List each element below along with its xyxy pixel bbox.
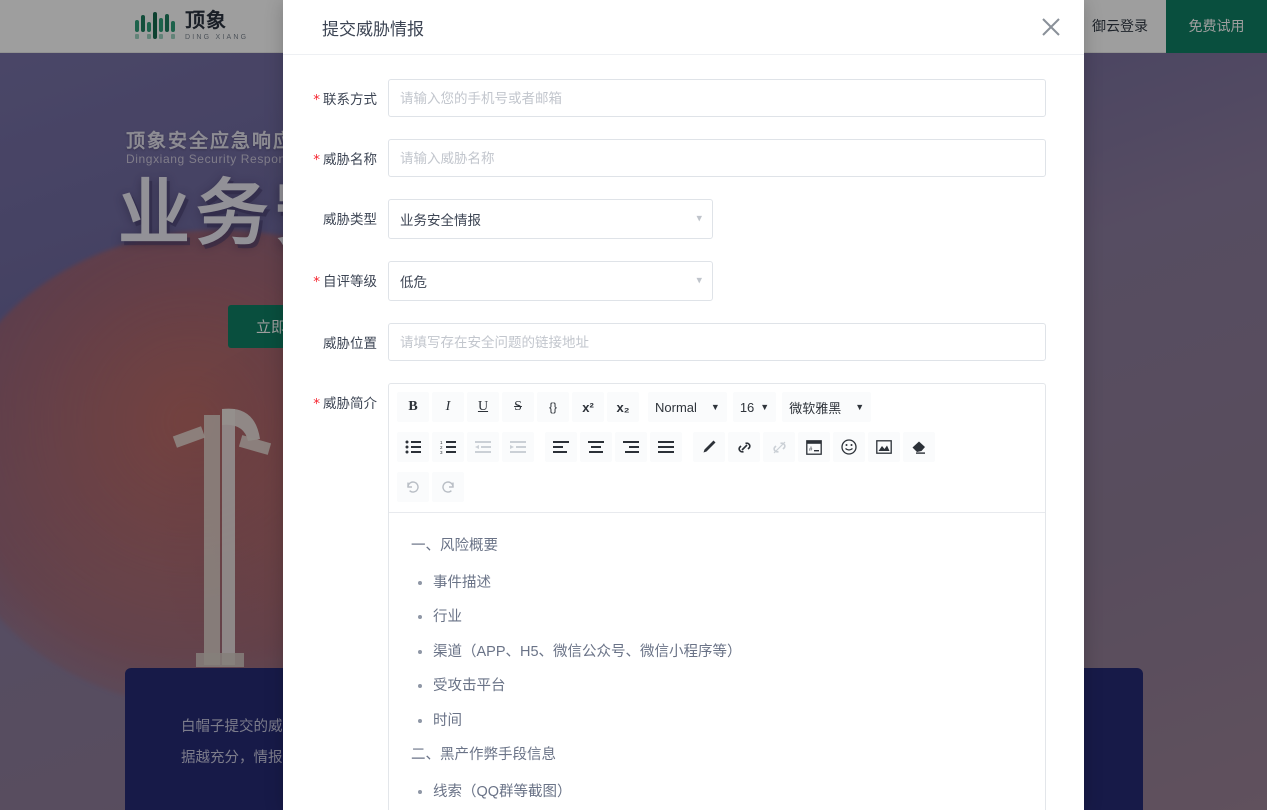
editor-section-1-list: 事件描述 行业 渠道（APP、H5、微信公众号、微信小程序等） 受攻击平台 时间 (411, 575, 1023, 729)
threat-desc-label: * 威胁简介 (313, 396, 377, 412)
threat-name-input[interactable] (388, 139, 1046, 177)
svg-text:3: 3 (440, 450, 443, 454)
threat-location-input[interactable] (388, 323, 1046, 361)
form-row-threat-location: 威胁位置 (283, 323, 1084, 361)
editor-toolbar-row-2: 1 2 3 # (397, 430, 1037, 464)
list-item: 行业 (433, 610, 1023, 625)
undo-icon[interactable] (397, 472, 429, 502)
rich-text-editor: B I U S {} x² x₂ Normal ▼ 16 ▼ 微软雅黑 ▼ 1 … (388, 383, 1046, 810)
form-row-contact: * 联系方式 (283, 79, 1084, 117)
indent-icon[interactable] (502, 432, 534, 462)
superscript-icon[interactable]: x² (572, 392, 604, 422)
close-icon[interactable] (1037, 13, 1065, 41)
contact-label: * 联系方式 (313, 92, 377, 108)
align-left-icon[interactable] (545, 432, 577, 462)
chevron-down-icon: ▼ (760, 402, 770, 412)
bold-icon[interactable]: B (397, 392, 429, 422)
font-size-select-value: 16 (739, 399, 755, 415)
required-asterisk: * (313, 396, 320, 412)
redo-icon[interactable] (432, 472, 464, 502)
editor-content[interactable]: 一、风险概要 事件描述 行业 渠道（APP、H5、微信公众号、微信小程序等） 受… (389, 513, 1045, 810)
eraser-icon[interactable] (903, 432, 935, 462)
required-asterisk: * (313, 152, 320, 168)
threat-type-select[interactable]: 业务安全情报 ▾ (388, 199, 713, 239)
editor-toolbar-row-3 (397, 470, 1037, 504)
list-item: 线索（QQ群等截图） (433, 784, 1023, 800)
outdent-icon[interactable] (467, 432, 499, 462)
font-family-select[interactable]: 微软雅黑 ▼ (782, 392, 872, 422)
svg-text:#: # (809, 447, 813, 453)
contact-input[interactable] (388, 79, 1046, 117)
bullet-list-icon[interactable] (397, 432, 429, 462)
link-icon[interactable] (728, 432, 760, 462)
font-size-select[interactable]: 16 ▼ (732, 392, 777, 422)
submit-threat-intel-modal: 提交威胁情报 *联系方式 *威胁名称 (283, 0, 1084, 810)
chevron-down-icon: ▼ (855, 402, 865, 412)
heading-select[interactable]: Normal ▼ (648, 392, 727, 422)
editor-toolbar-row-1: B I U S {} x² x₂ Normal ▼ 16 ▼ 微软雅黑 ▼ (397, 390, 1037, 424)
required-asterisk: * (313, 92, 320, 108)
code-icon[interactable]: {} (537, 392, 569, 422)
threat-location-label: 威胁位置 (323, 336, 377, 351)
ordered-list-icon[interactable]: 1 2 3 (432, 432, 464, 462)
threat-type-label: 威胁类型 (323, 212, 377, 227)
form-row-self-level: * 自评等级 低危 ▾ (283, 261, 1084, 301)
chevron-down-icon: ▾ (696, 274, 702, 287)
form-row-threat-type: 威胁类型 业务安全情报 ▾ (283, 199, 1084, 239)
list-item: 受攻击平台 (433, 679, 1023, 694)
form-row-threat-desc: * 威胁简介 B I U S {} x² x₂ Normal ▼ 16 ▼ 微软… (283, 383, 1084, 810)
image-icon[interactable] (868, 432, 900, 462)
editor-section-2-list: 线索（QQ群等截图） 黑产工具（软件名称、版本） (411, 784, 1023, 810)
font-family-select-value: 微软雅黑 (789, 400, 842, 416)
threat-type-value: 业务安全情报 (400, 213, 481, 228)
underline-icon[interactable]: U (467, 392, 499, 422)
italic-icon[interactable]: I (432, 392, 464, 422)
modal-header: 提交威胁情报 (283, 0, 1084, 55)
self-level-label: * 自评等级 (313, 274, 377, 290)
align-justify-icon[interactable] (650, 432, 682, 462)
editor-section-1-title: 一、风险概要 (411, 538, 498, 554)
strikethrough-icon[interactable]: S (502, 392, 534, 422)
threat-name-label: * 威胁名称 (313, 152, 377, 168)
modal-body: *联系方式 *威胁名称 威胁类型 业务安全情报 (283, 55, 1084, 810)
list-item: 时间 (433, 713, 1023, 729)
modal-title: 提交威胁情报 (322, 19, 424, 39)
list-item: 渠道（APP、H5、微信公众号、微信小程序等） (433, 644, 1023, 660)
heading-select-value: Normal (655, 399, 697, 415)
pen-color-icon[interactable] (693, 432, 725, 462)
editor-toolbar: B I U S {} x² x₂ Normal ▼ 16 ▼ 微软雅黑 ▼ 1 … (389, 384, 1045, 513)
emoji-icon[interactable] (833, 432, 865, 462)
editor-section-2-title: 二、黑产作弊手段信息 (411, 747, 556, 763)
self-level-value: 低危 (400, 275, 427, 290)
chevron-down-icon: ▾ (696, 212, 702, 225)
unlink-icon[interactable] (763, 432, 795, 462)
subscript-icon[interactable]: x₂ (607, 392, 639, 422)
required-asterisk: * (313, 274, 320, 290)
align-center-icon[interactable] (580, 432, 612, 462)
list-item: 事件描述 (433, 575, 1023, 591)
chevron-down-icon: ▼ (710, 402, 720, 412)
self-level-select[interactable]: 低危 ▾ (388, 261, 713, 301)
align-right-icon[interactable] (615, 432, 647, 462)
form-row-threat-name: * 威胁名称 (283, 139, 1084, 177)
code-block-icon[interactable]: # (798, 432, 830, 462)
